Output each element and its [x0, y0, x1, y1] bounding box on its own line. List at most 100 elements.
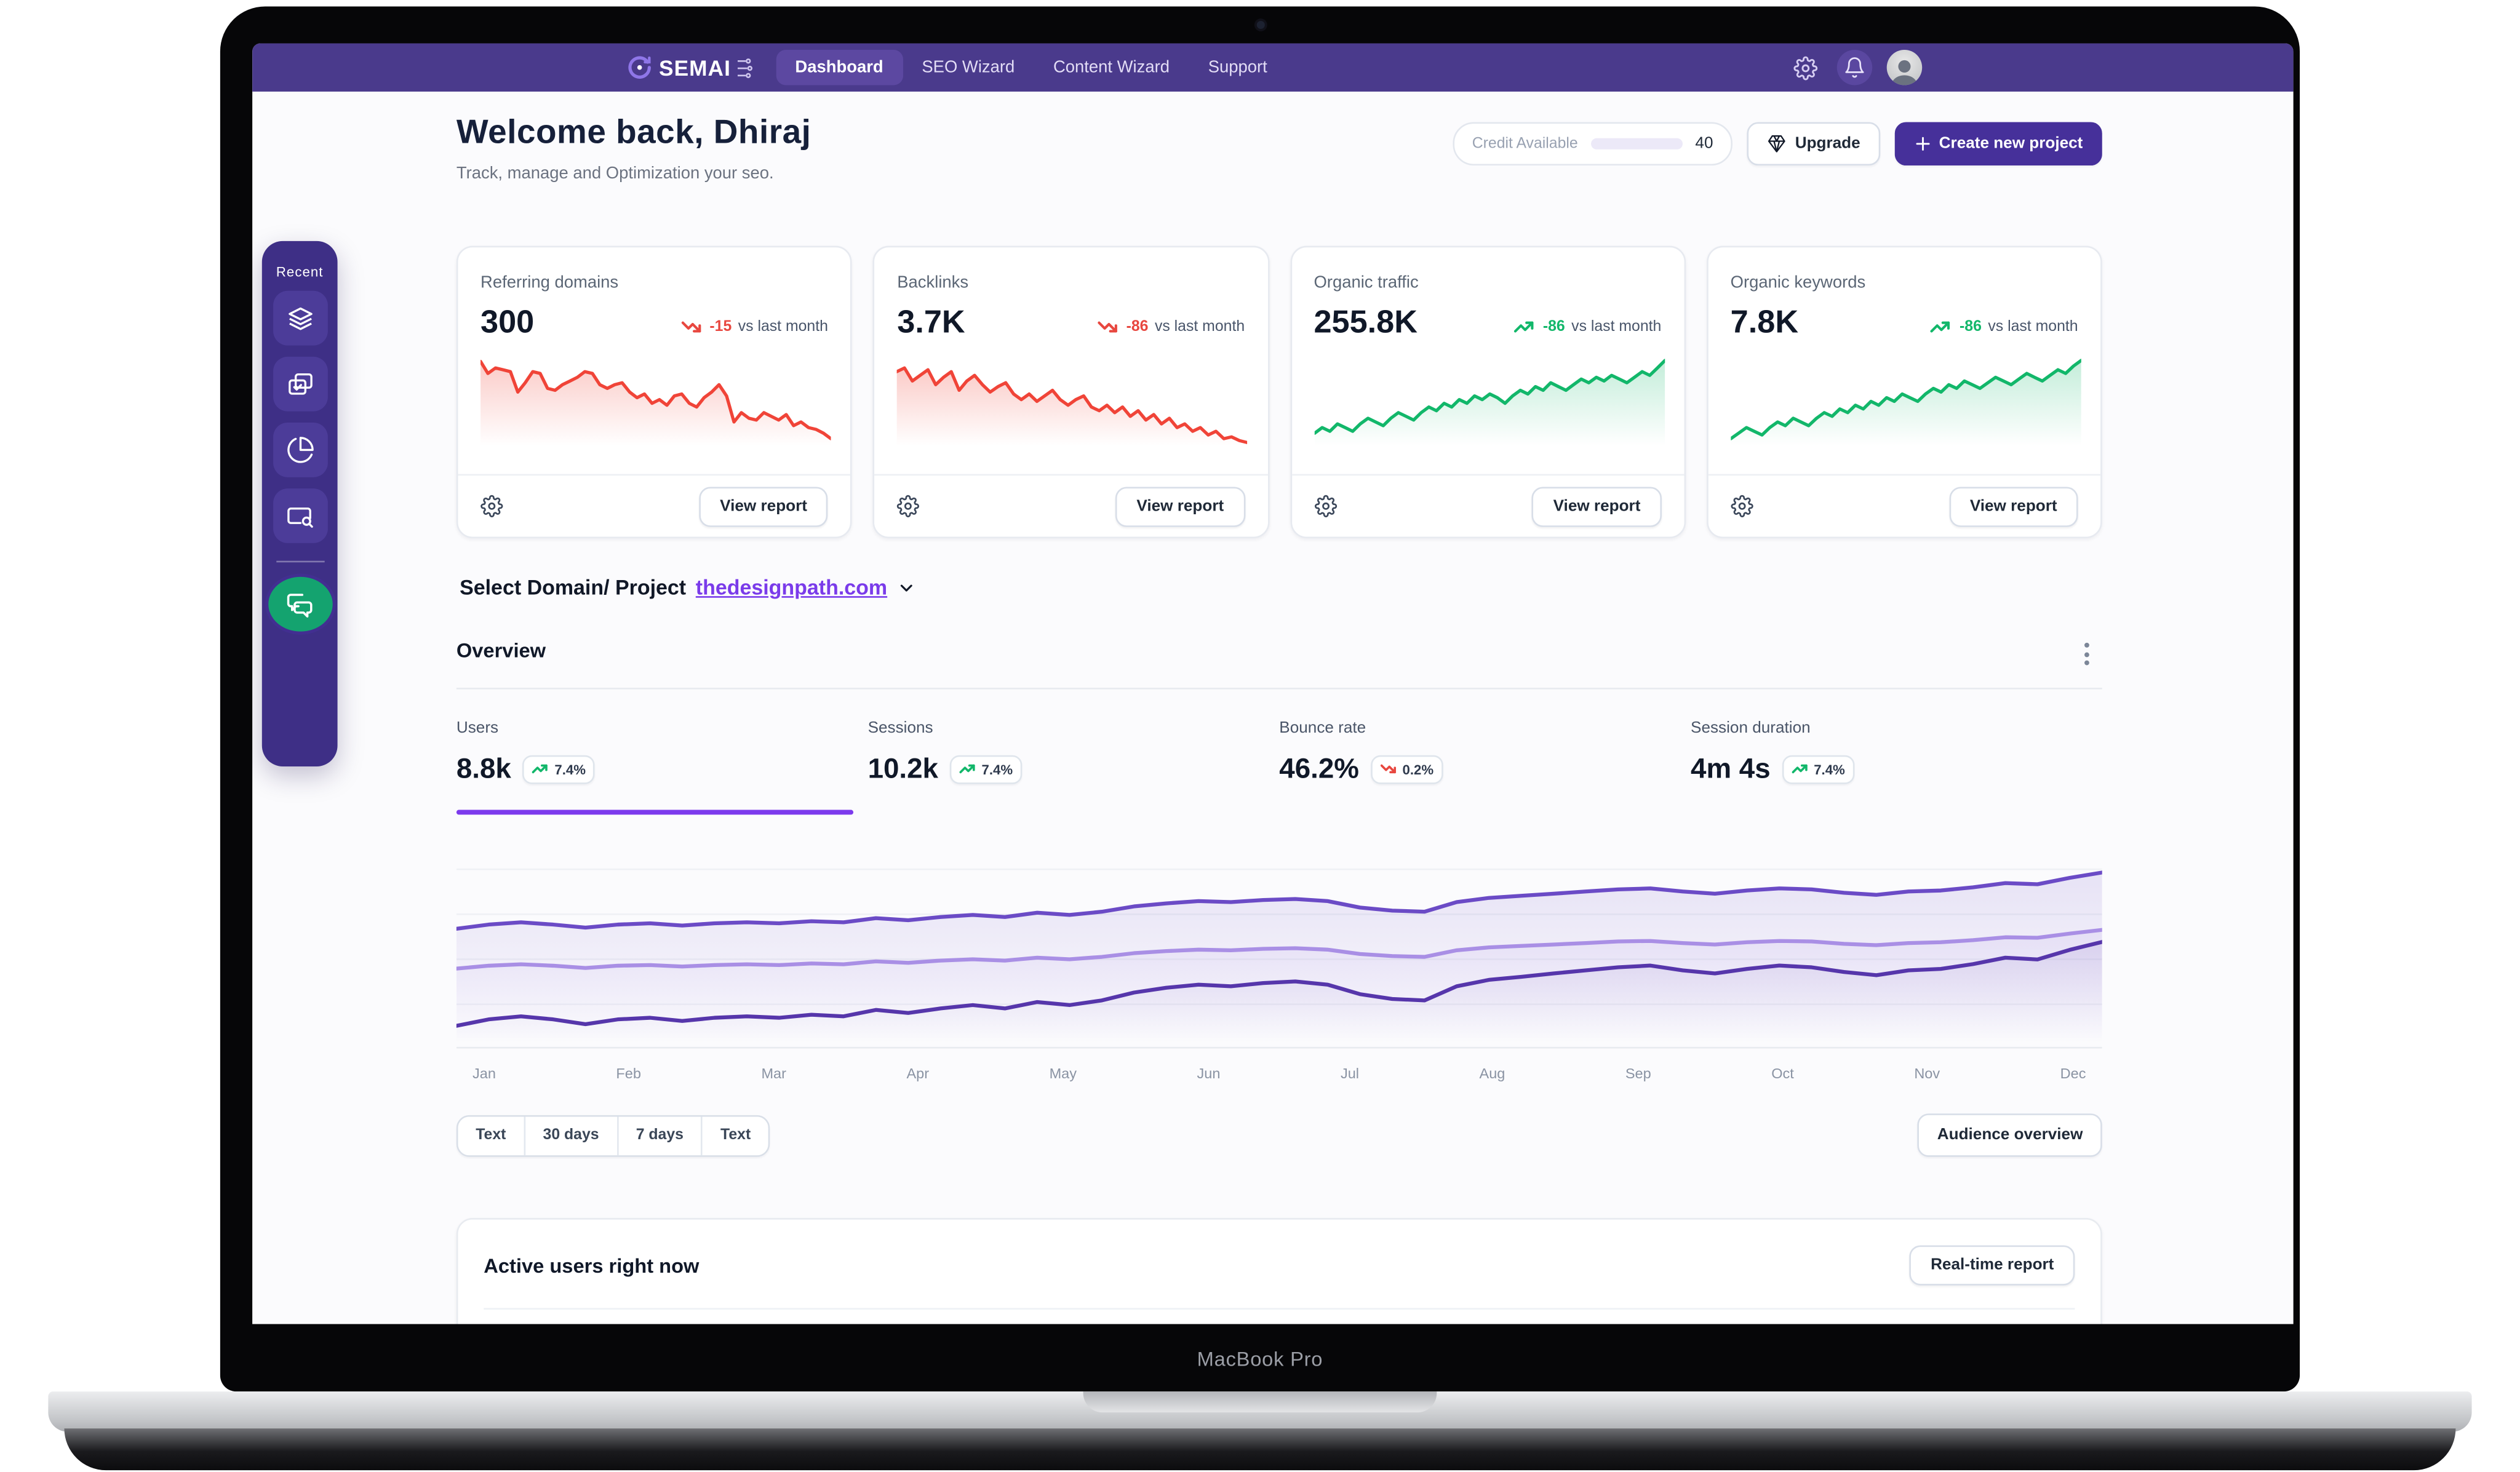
plus-icon: [1913, 135, 1931, 153]
stat-card-label: Backlinks: [897, 273, 969, 293]
audience-overview-button[interactable]: Audience overview: [1918, 1113, 2102, 1157]
metric-label: Sessions: [867, 720, 933, 738]
metric-delta-value: 7.4%: [554, 760, 586, 777]
metric-tab-users[interactable]: Users 8.8k 7.4%: [456, 710, 868, 815]
create-new-project-button[interactable]: Create new project: [1894, 122, 2102, 166]
stat-cards-row: Referring domains 300 -15 vs last month: [456, 245, 2102, 539]
brand-circular-arrows-icon: [627, 55, 653, 81]
stat-card-value: 3.7K: [897, 305, 965, 341]
upgrade-label: Upgrade: [1795, 135, 1860, 153]
range-option-7-days[interactable]: 7 days: [616, 1116, 701, 1155]
range-option-text-2[interactable]: Text: [701, 1116, 768, 1155]
overview-metrics-row: Users 8.8k 7.4% Sessions 10.2k 7.4% Boun…: [456, 710, 2102, 815]
date-range-segmented-control: Text 30 days 7 days Text: [456, 1114, 770, 1156]
active-users-card: Active users right now Real-time report: [456, 1218, 2102, 1324]
overview-divider: [456, 688, 2102, 690]
credit-available-indicator: Credit Available 40: [1453, 122, 1732, 166]
stat-card-delta: -86 vs last month: [1931, 318, 2078, 339]
view-report-button[interactable]: View report: [1532, 486, 1662, 527]
sidebar-item-tasks[interactable]: [272, 356, 327, 412]
chat-bubbles-icon: [284, 589, 315, 619]
active-metric-underline: [456, 810, 854, 815]
sparkline-chart: [1730, 359, 2081, 450]
nav-right-group: [1787, 49, 1923, 86]
metric-delta-badge: 0.2%: [1370, 754, 1443, 784]
card-settings-gear-icon[interactable]: [1314, 495, 1336, 518]
range-option-text-1[interactable]: Text: [458, 1116, 524, 1155]
pie-chart-icon: [285, 436, 314, 464]
app-screen: SEMAI Dashboard SEO Wizard Content Wizar…: [252, 43, 2294, 1324]
domain-selector-label: Select Domain/ Project: [460, 575, 687, 600]
metric-tab-sessions[interactable]: Sessions 10.2k 7.4%: [868, 710, 1280, 815]
overview-line-chart: [454, 868, 2104, 1049]
sidebar-item-site-audit[interactable]: [272, 488, 327, 543]
card-settings-gear-icon[interactable]: [1730, 495, 1753, 518]
stat-card-delta: -86 vs last month: [1514, 318, 1662, 339]
stat-card-delta: -15 vs last month: [680, 318, 828, 339]
sidebar-item-analytics[interactable]: [272, 423, 327, 477]
kebab-menu-icon[interactable]: [2078, 636, 2096, 671]
trend-up-icon: [1931, 318, 1953, 336]
chart-x-axis-labels: Jan Feb Mar Apr May Jun Jul Aug Sep Oct Nov Dec: [472, 1065, 2086, 1082]
delta-compare: vs last month: [1988, 318, 2078, 336]
overview-title: Overview: [456, 639, 546, 662]
metric-label: Bounce rate: [1279, 720, 1366, 738]
upgrade-button[interactable]: Upgrade: [1747, 122, 1880, 166]
laptop-base: [48, 1391, 2472, 1432]
domain-selector-value: thedesignpath.com: [695, 575, 888, 600]
header-actions: Credit Available 40 Upgrade Create new p…: [1453, 122, 2102, 166]
delta-value: -86: [1126, 318, 1149, 336]
sidebar-divider: [275, 560, 324, 563]
stat-card-label: Referring domains: [480, 273, 619, 293]
metric-tab-session-duration[interactable]: Session duration 4m 4s 7.4%: [1691, 710, 2102, 815]
metric-value: 46.2%: [1279, 752, 1359, 784]
credit-value: 40: [1695, 135, 1713, 153]
delta-value: -86: [1960, 318, 1982, 336]
page-title: Welcome back, Dhiraj: [456, 114, 811, 151]
credit-progress-bar: [1590, 138, 1683, 149]
user-avatar[interactable]: [1886, 49, 1923, 86]
sparkline-chart: [480, 359, 831, 450]
nav-item-support[interactable]: Support: [1189, 50, 1286, 85]
stat-card-value: 300: [480, 305, 535, 341]
settings-gear-icon[interactable]: [1787, 50, 1822, 85]
real-time-report-button[interactable]: Real-time report: [1910, 1245, 2075, 1286]
trend-down-icon: [1097, 318, 1120, 336]
card-settings-gear-icon[interactable]: [897, 495, 920, 518]
view-report-button[interactable]: View report: [1948, 486, 2078, 527]
sparkline-chart: [897, 366, 1248, 450]
view-report-button[interactable]: View report: [1115, 486, 1245, 527]
active-users-divider: [484, 1308, 2075, 1310]
metric-delta-value: 7.4%: [1814, 760, 1845, 777]
domain-selector-link[interactable]: thedesignpath.com: [696, 575, 887, 599]
stage: SEMAI Dashboard SEO Wizard Content Wizar…: [0, 0, 2520, 1472]
brand-logo[interactable]: SEMAI: [627, 55, 754, 81]
brand-circuit-icon: [737, 55, 753, 79]
page-subtitle: Track, manage and Optimization your seo.: [456, 164, 774, 183]
brand-text: SEMAI: [659, 55, 731, 80]
delta-compare: vs last month: [1571, 318, 1662, 336]
sidebar-item-layers[interactable]: [272, 290, 327, 346]
stat-card-label: Organic keywords: [1730, 273, 1866, 293]
overview-chart: Jan Feb Mar Apr May Jun Jul Aug Sep Oct Nov Dec: [454, 856, 2104, 1082]
create-new-project-label: Create new project: [1939, 135, 2083, 153]
sidebar-chat-button[interactable]: [267, 576, 332, 632]
nav-item-content-wizard[interactable]: Content Wizard: [1034, 50, 1189, 85]
welcome-block: Welcome back, Dhiraj Track, manage and O…: [457, 114, 811, 183]
metric-tab-bounce-rate[interactable]: Bounce rate 46.2% 0.2%: [1279, 710, 1691, 815]
nav-item-dashboard[interactable]: Dashboard: [776, 49, 903, 86]
macbook-pro-label: MacBook Pro: [1197, 1348, 1323, 1371]
notification-bell-icon[interactable]: [1836, 49, 1873, 86]
laptop-shadow: [64, 1428, 2456, 1471]
metric-label: Session duration: [1691, 720, 1811, 738]
sparkline-chart: [1314, 359, 1664, 450]
range-option-30-days[interactable]: 30 days: [524, 1116, 617, 1155]
view-report-button[interactable]: View report: [699, 486, 828, 527]
metric-value: 8.8k: [456, 752, 511, 784]
card-search-icon: [285, 501, 314, 530]
stat-card-delta: -86 vs last month: [1097, 318, 1245, 339]
chevron-down-icon[interactable]: [897, 578, 916, 597]
metric-value: 10.2k: [867, 752, 938, 784]
nav-item-seo-wizard[interactable]: SEO Wizard: [903, 50, 1034, 85]
card-settings-gear-icon[interactable]: [480, 495, 503, 518]
